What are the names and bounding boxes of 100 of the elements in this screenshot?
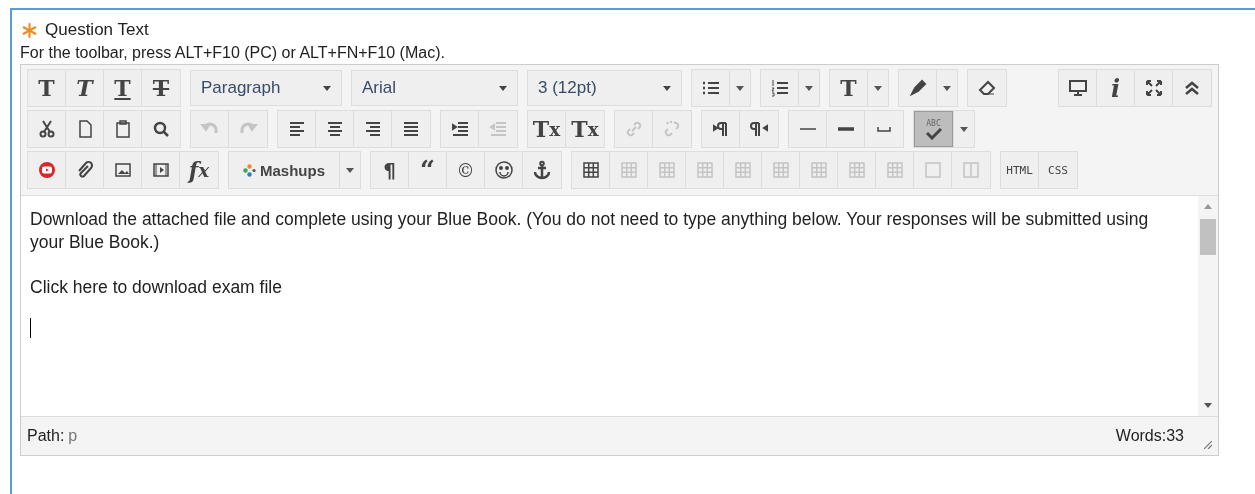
table-op-icon	[808, 160, 829, 180]
cell-icon	[922, 160, 943, 180]
table-op-icon	[656, 160, 677, 180]
space-icon	[877, 126, 891, 132]
eraser-icon	[977, 78, 997, 98]
bullet-list-button[interactable]	[692, 70, 730, 106]
anchor-icon	[532, 160, 552, 180]
outdent-icon	[488, 119, 508, 139]
strikethrough-button[interactable]: T	[142, 70, 180, 106]
dropdown-caret-button[interactable]	[730, 70, 750, 106]
split-cell-icon	[961, 160, 981, 180]
hr-thin-icon	[799, 126, 816, 132]
scroll-down-icon	[1204, 403, 1212, 408]
clipboard-button[interactable]	[104, 111, 142, 147]
html-button[interactable]: HTML	[1001, 152, 1039, 188]
align-left-button[interactable]	[278, 111, 316, 147]
dropdown-select[interactable]: Paragraph	[190, 70, 342, 106]
caret-icon	[874, 85, 882, 91]
field-label: Question Text	[45, 20, 149, 40]
scroll-up-icon	[1204, 204, 1212, 209]
fullscreen-icon	[1143, 78, 1164, 98]
video-icon	[150, 160, 171, 180]
quote-button[interactable]: “	[409, 152, 447, 188]
scissors-button[interactable]	[28, 111, 66, 147]
caret-icon	[323, 85, 331, 91]
resize-grip-icon	[1204, 441, 1212, 449]
dropdown-caret-button[interactable]	[340, 152, 360, 188]
css-button[interactable]: CSS	[1039, 152, 1077, 188]
dots-icon	[243, 163, 256, 177]
anchor-button[interactable]	[523, 152, 561, 188]
numbered-list-button[interactable]	[761, 70, 799, 106]
collapse-button[interactable]	[1173, 70, 1211, 106]
text-cursor	[30, 318, 31, 339]
dropdown-caret-button[interactable]	[868, 70, 888, 106]
align-justify-button[interactable]	[392, 111, 430, 147]
indent-button[interactable]	[441, 111, 479, 147]
dropdown-select[interactable]: Arial	[351, 70, 518, 106]
ltr-button[interactable]	[702, 111, 740, 147]
underline-button[interactable]: T	[104, 70, 142, 106]
numbered-list-icon	[769, 78, 790, 98]
table-op-icon	[846, 160, 867, 180]
path-label: Path:	[27, 427, 65, 445]
align-justify-icon	[401, 119, 421, 139]
scrollbar[interactable]	[1198, 196, 1218, 416]
text-color-button[interactable]: T	[830, 70, 868, 106]
monitor-icon	[1067, 78, 1088, 98]
editor-paragraph: Click here to download exam file	[30, 275, 283, 299]
table-button[interactable]	[572, 152, 610, 188]
table-op-icon	[770, 160, 791, 180]
align-center-button[interactable]	[316, 111, 354, 147]
path-value: p	[68, 427, 78, 445]
search-icon	[151, 119, 171, 139]
caret-icon	[663, 85, 671, 91]
highlighter-icon	[907, 78, 928, 98]
caret-icon	[346, 167, 354, 173]
align-right-button[interactable]	[354, 111, 392, 147]
info-button[interactable]: i	[1097, 70, 1135, 106]
caret-icon	[736, 85, 744, 91]
space-button[interactable]	[865, 111, 903, 147]
paperclip-button[interactable]	[66, 152, 104, 188]
table-op-icon	[884, 160, 905, 180]
image-icon	[112, 160, 133, 180]
italic-button[interactable]: T	[66, 70, 104, 106]
rtl-icon	[749, 119, 769, 139]
fullscreen-button[interactable]	[1135, 70, 1173, 106]
rtl-button[interactable]	[740, 111, 778, 147]
caret-icon	[943, 85, 951, 91]
indent-icon	[449, 119, 470, 139]
video-button[interactable]	[142, 152, 180, 188]
eraser-button[interactable]	[968, 70, 1006, 106]
toolbar-hint: For the toolbar, press ALT+F10 (PC) or ALT+FN+F10 (Mac).	[20, 44, 446, 62]
caret-icon	[960, 126, 968, 132]
hr-thin-button[interactable]	[789, 111, 827, 147]
dropdown-caret-button[interactable]	[799, 70, 819, 106]
play-icon	[36, 160, 57, 180]
scrollbar-thumb[interactable]	[1200, 219, 1216, 255]
search-button[interactable]	[142, 111, 180, 147]
monitor-button[interactable]	[1059, 70, 1097, 106]
mashups-button[interactable]: Mashups	[229, 152, 340, 188]
highlighter-button[interactable]	[899, 70, 937, 106]
dropdown-select[interactable]: 3 (12pt)	[527, 70, 682, 106]
smiley-button[interactable]	[485, 152, 523, 188]
hr-thick-icon	[837, 126, 854, 132]
table-op-icon	[618, 160, 639, 180]
paragraph-mark-button[interactable]: ¶	[371, 152, 409, 188]
bold-button[interactable]: T	[28, 70, 66, 106]
dropdown-caret-button[interactable]	[937, 70, 957, 106]
caret-icon	[499, 85, 507, 91]
play-button[interactable]	[28, 152, 66, 188]
document-button[interactable]	[66, 111, 104, 147]
unlink-icon	[662, 119, 682, 139]
smiley-icon	[493, 160, 514, 180]
table-op-icon	[694, 160, 715, 180]
checkmark-icon	[925, 127, 942, 140]
image-button[interactable]	[104, 152, 142, 188]
dropdown-caret-button[interactable]	[954, 111, 974, 147]
copyright-button[interactable]: ©	[447, 152, 485, 188]
hr-thick-button[interactable]	[827, 111, 865, 147]
word-count: Words:33	[1115, 427, 1184, 445]
caret-icon	[805, 85, 813, 91]
